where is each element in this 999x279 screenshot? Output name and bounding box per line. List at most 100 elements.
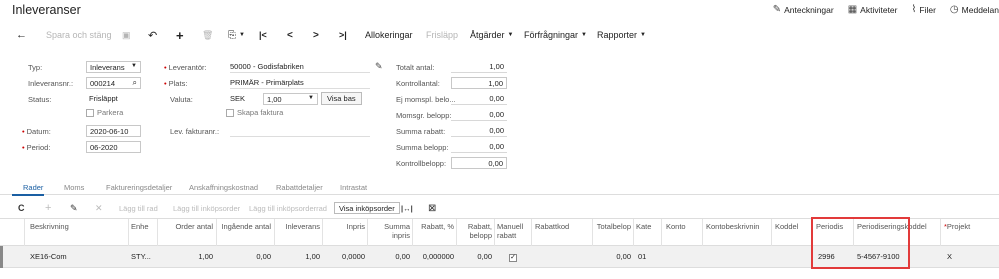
tab-faktureringsdetaljer[interactable]: Faktureringsdetaljer bbox=[106, 183, 172, 192]
files-button[interactable]: ⌇ Filer bbox=[912, 5, 936, 16]
first-record-icon[interactable]: |< bbox=[259, 27, 267, 43]
summa-belopp-value: 0,00 bbox=[451, 141, 507, 153]
visa-bas-button[interactable]: Visa bas bbox=[321, 92, 362, 105]
cell-ingaende-antal[interactable]: 0,00 bbox=[218, 252, 271, 261]
manuell-rabatt-checkbox[interactable]: ✓ bbox=[509, 252, 517, 262]
add-icon[interactable]: + bbox=[176, 27, 184, 43]
plats-field[interactable]: PRIMÄR - Primärplats bbox=[230, 77, 370, 89]
checkbox-box bbox=[86, 108, 94, 117]
lagg-till-rad-button[interactable]: Lägg till rad bbox=[119, 202, 158, 214]
checkbox-box bbox=[226, 108, 234, 117]
datum-label: • Datum: bbox=[22, 127, 51, 136]
col-summa-inpris[interactable]: Summa inpris bbox=[368, 222, 410, 240]
col-kategori[interactable]: Kate bbox=[636, 222, 651, 231]
activities-button[interactable]: ▦ Aktiviteter bbox=[847, 4, 898, 16]
tab-moms[interactable]: Moms bbox=[64, 183, 84, 192]
col-beskrivning[interactable]: Beskrivning bbox=[30, 222, 69, 231]
lagg-till-inkopsorder-button[interactable]: Lägg till inköpsorder bbox=[173, 202, 240, 214]
refresh-icon[interactable]: C bbox=[18, 202, 25, 214]
delete-row-icon[interactable]: ✕ bbox=[95, 202, 103, 214]
rapporter-menu[interactable]: Rapporter ▼ bbox=[597, 27, 646, 43]
cell-summa-inpris[interactable]: 0,00 bbox=[368, 252, 410, 261]
col-inpris[interactable]: Inpris bbox=[323, 222, 365, 231]
col-rabatt-belopp[interactable]: Rabatt, belopp bbox=[457, 222, 492, 240]
period-field[interactable]: 06-2020 bbox=[86, 141, 141, 153]
valuta-rate-select[interactable]: 1,00 ▼ bbox=[263, 93, 318, 105]
save-icon[interactable]: ▣ bbox=[122, 27, 131, 43]
cell-enhet[interactable]: STY... bbox=[131, 252, 151, 261]
kontrollantal-field[interactable]: 1,00 bbox=[451, 77, 507, 89]
col-inleverans[interactable]: Inleverans bbox=[274, 222, 320, 231]
ej-momspl-label: Ej momspl. belo... bbox=[396, 95, 456, 104]
col-kontobeskrivning[interactable]: Kontobeskrivnin bbox=[706, 222, 759, 231]
chevron-down-icon: ▼ bbox=[581, 32, 587, 38]
cell-projekt[interactable]: X bbox=[947, 252, 952, 261]
datum-field[interactable]: 2020-06-10 bbox=[86, 125, 141, 137]
highlight-box bbox=[811, 217, 910, 269]
leverantor-field[interactable]: 50000 - Godisfabriken bbox=[230, 61, 370, 73]
undo-icon[interactable]: ↶ bbox=[148, 27, 157, 43]
allokeringar-button[interactable]: Allokeringar bbox=[365, 27, 413, 43]
prev-record-icon[interactable]: < bbox=[287, 27, 293, 43]
col-rabattkod[interactable]: Rabattkod bbox=[535, 222, 569, 231]
typ-label: Typ: bbox=[28, 63, 43, 72]
cell-inleverans[interactable]: 1,00 bbox=[274, 252, 320, 261]
skapa-faktura-checkbox[interactable]: Skapa faktura bbox=[226, 108, 283, 117]
tab-intrastat[interactable]: Intrastat bbox=[340, 183, 367, 192]
col-totalbelopp[interactable]: Totalbelop bbox=[593, 222, 631, 231]
col-manuell-rabatt[interactable]: Manuell rabatt bbox=[497, 222, 529, 240]
period-label: • Period: bbox=[22, 143, 51, 152]
typ-value: Inleverans bbox=[90, 63, 125, 72]
skapa-faktura-label: Skapa faktura bbox=[237, 108, 284, 117]
column-separator bbox=[531, 219, 532, 247]
frislapp-button[interactable]: Frisläpp bbox=[426, 27, 458, 43]
forfragningar-menu[interactable]: Förfrågningar ▼ bbox=[524, 27, 587, 43]
col-order-antal[interactable]: Order antal bbox=[158, 222, 213, 231]
cell-inpris[interactable]: 0,0000 bbox=[323, 252, 365, 261]
excel-export-icon[interactable]: ⊠ bbox=[428, 202, 436, 214]
tab-rader[interactable]: Rader bbox=[23, 183, 43, 192]
col-projekt[interactable]: *Projekt bbox=[944, 222, 970, 231]
cell-beskrivning[interactable]: XE16-Com bbox=[30, 252, 67, 261]
kontrollbelopp-field[interactable]: 0,00 bbox=[451, 157, 507, 169]
add-row-icon[interactable]: + bbox=[45, 202, 51, 214]
col-konto[interactable]: Konto bbox=[666, 222, 686, 231]
column-separator bbox=[216, 219, 217, 247]
last-record-icon[interactable]: >| bbox=[339, 27, 347, 43]
col-rabatt-pct[interactable]: Rabatt, % bbox=[413, 222, 454, 231]
col-projekt-label: Projekt bbox=[946, 222, 971, 231]
fit-columns-icon[interactable]: |↔| bbox=[401, 202, 413, 214]
messages-button[interactable]: ◷ Meddelan bbox=[950, 5, 999, 16]
col-koddel[interactable]: Koddel bbox=[775, 222, 798, 231]
cell-rabatt-belopp[interactable]: 0,00 bbox=[457, 252, 492, 261]
lev-fakturanr-field[interactable] bbox=[230, 125, 370, 137]
status-label: Status: bbox=[28, 95, 52, 104]
edit-icon[interactable]: ✎ bbox=[70, 202, 78, 214]
calendar-icon: ▦ bbox=[847, 4, 858, 15]
save-close-button[interactable]: Spara och stäng bbox=[46, 27, 112, 43]
notes-button[interactable]: ✎ Anteckningar bbox=[773, 5, 834, 16]
cell-kategori[interactable]: 01 bbox=[638, 252, 646, 261]
tab-anskaffningskostnad[interactable]: Anskaffningskostnad bbox=[189, 183, 258, 192]
atgarder-menu[interactable]: Åtgärder ▼ bbox=[470, 27, 513, 43]
notes-label: Anteckningar bbox=[784, 5, 834, 15]
lagg-till-inkopsorderrad-button[interactable]: Lägg till inköpsorderrad bbox=[249, 202, 327, 214]
chevron-down-icon: ▼ bbox=[131, 63, 137, 69]
cell-rabatt-pct[interactable]: 0,000000 bbox=[413, 252, 454, 261]
back-arrow-icon[interactable]: ← bbox=[16, 27, 27, 43]
cell-totalbelopp[interactable]: 0,00 bbox=[593, 252, 631, 261]
col-ingaende-antal[interactable]: Ingående antal bbox=[218, 222, 271, 231]
main-toolbar: ← Spara och stäng ▣ ↶ + 🗑 ⎘ ▼ |< < > >| A… bbox=[0, 24, 999, 46]
delete-icon[interactable]: 🗑 bbox=[202, 27, 213, 43]
col-enhet[interactable]: Enhe bbox=[131, 222, 149, 231]
edit-pencil-icon[interactable]: ✎ bbox=[375, 61, 383, 72]
inleveransnr-field[interactable]: 000214 ⌕ bbox=[86, 77, 141, 89]
parkera-checkbox[interactable]: Parkera bbox=[86, 108, 123, 117]
totalt-antal-value: 1,00 bbox=[451, 61, 507, 73]
next-record-icon[interactable]: > bbox=[313, 27, 319, 43]
visa-inkopsorder-button[interactable]: Visa inköpsorder bbox=[334, 202, 400, 214]
cell-order-antal[interactable]: 1,00 bbox=[158, 252, 213, 261]
tab-rabattdetaljer[interactable]: Rabattdetaljer bbox=[276, 183, 323, 192]
copy-paste-icon[interactable]: ⎘ ▼ bbox=[228, 27, 245, 43]
typ-select[interactable]: Inleverans ▼ bbox=[86, 61, 141, 73]
